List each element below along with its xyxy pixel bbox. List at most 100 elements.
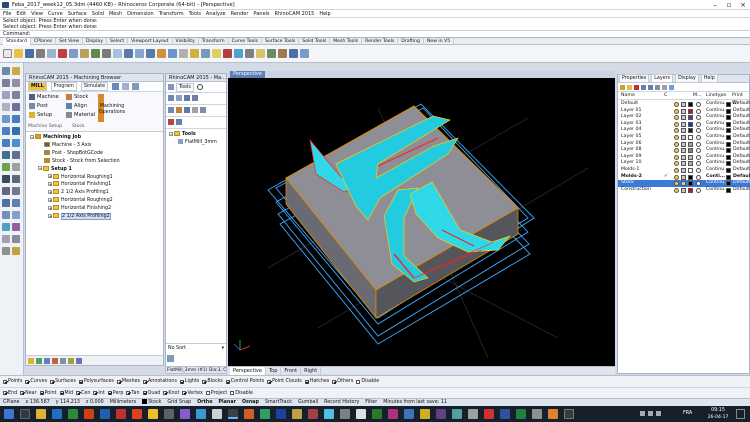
menu-dimension[interactable]: Dimension [127, 10, 154, 18]
tree-operation-selected[interactable]: +2 1/2 Axis Profiling2 [30, 213, 163, 221]
print-color-swatch[interactable] [726, 102, 731, 107]
print-icon[interactable] [36, 49, 45, 58]
lock-icon[interactable] [681, 148, 686, 154]
split-icon[interactable] [12, 175, 20, 183]
app-icon[interactable] [404, 409, 414, 419]
menu-tools[interactable]: Tools [189, 10, 201, 18]
generate-icon[interactable] [28, 357, 34, 364]
move-up-icon[interactable] [641, 84, 646, 90]
checkbox-box[interactable] [39, 391, 44, 395]
tab-display[interactable]: Display [83, 37, 107, 45]
mill-selector[interactable]: MILL [28, 82, 47, 91]
checkbox-cen[interactable]: Cen [76, 391, 90, 396]
menu-panels[interactable]: Panels [253, 10, 269, 18]
menu-help[interactable]: Help [319, 10, 330, 18]
file-explorer-icon[interactable] [36, 409, 46, 419]
checkbox-box[interactable] [76, 391, 81, 395]
menu-curve[interactable]: Curve [48, 10, 63, 18]
paste-icon[interactable] [80, 49, 89, 58]
material-sphere-icon[interactable] [696, 154, 701, 160]
app-icon[interactable] [468, 409, 478, 419]
chrome-icon[interactable] [148, 409, 158, 419]
tab-surface-tools[interactable]: Surface Tools [262, 37, 300, 45]
copy-object-icon[interactable] [12, 199, 20, 207]
layer-color-swatch[interactable] [688, 148, 693, 154]
checkbox-point[interactable]: Point [39, 391, 57, 396]
visibility-bulb-icon[interactable] [674, 148, 679, 154]
checkbox-lights[interactable]: Lights [179, 379, 199, 384]
array-icon[interactable] [12, 223, 20, 231]
visibility-bulb-icon[interactable] [674, 128, 679, 134]
tab-mesh-tools[interactable]: Mesh Tools [330, 37, 363, 45]
tool-delete-icon[interactable] [168, 119, 174, 125]
app-icon[interactable] [340, 409, 350, 419]
options-icon[interactable] [289, 49, 298, 58]
lock-icon[interactable] [681, 128, 686, 134]
material-sphere-icon[interactable] [696, 161, 701, 167]
layer-print-width[interactable]: Default [733, 187, 750, 194]
material-sphere-icon[interactable] [696, 168, 701, 173]
layer-tools-icon[interactable] [662, 84, 667, 90]
print-color-swatch[interactable] [726, 148, 731, 154]
checkbox-int[interactable]: Int [93, 391, 105, 396]
checkbox-mid[interactable]: Mid [59, 391, 73, 396]
tab-solid-tools[interactable]: Solid Tools [299, 37, 331, 45]
layer-print-width[interactable]: Default [733, 147, 750, 154]
excel-icon[interactable] [68, 409, 78, 419]
drill-icon[interactable] [168, 107, 174, 113]
print-color-swatch[interactable] [726, 187, 731, 193]
layer-color-swatch[interactable] [688, 121, 693, 127]
print-color-swatch[interactable] [726, 181, 731, 187]
checkbox-box[interactable] [225, 379, 230, 384]
app-icon[interactable] [500, 409, 510, 419]
lock-icon[interactable] [681, 102, 686, 107]
checkbox-box[interactable] [116, 379, 121, 384]
checkbox-box[interactable] [179, 379, 184, 384]
checkbox-box[interactable] [202, 379, 207, 384]
app-icon[interactable] [356, 409, 366, 419]
visibility-bulb-icon[interactable] [674, 181, 679, 187]
edge-icon[interactable] [52, 409, 62, 419]
app-icon[interactable] [388, 409, 398, 419]
checkbox-project[interactable]: Project [205, 391, 227, 396]
render-icon[interactable] [245, 49, 254, 58]
select-arrow-icon[interactable] [2, 67, 10, 75]
new-file-icon[interactable] [3, 49, 12, 58]
checkbox-box[interactable] [59, 391, 64, 395]
layer-row[interactable]: Layer 10 Continu... Default [618, 160, 750, 167]
viewport-tab-right[interactable]: Right [301, 366, 322, 375]
app-icon[interactable] [276, 409, 286, 419]
app-icon[interactable] [532, 409, 542, 419]
lock-icon[interactable] [681, 115, 686, 121]
lock-icon[interactable] [681, 168, 686, 173]
maximize-button[interactable]: ▫ [722, 0, 736, 10]
solid-box-icon[interactable] [2, 127, 10, 135]
checkbox-disable[interactable]: Disable [230, 391, 253, 396]
app-icon[interactable] [196, 409, 206, 419]
rotate-view-icon[interactable] [113, 49, 122, 58]
boolean-icon[interactable] [12, 139, 20, 147]
lock-icon[interactable] [681, 135, 686, 140]
layer-print-width[interactable]: Default [733, 114, 750, 121]
visibility-bulb-icon[interactable] [674, 108, 679, 114]
tab-visibility[interactable]: Visibility [173, 37, 199, 45]
new-sublayer-icon[interactable] [627, 84, 632, 90]
checkbox-box[interactable] [3, 379, 7, 384]
app-icon[interactable] [564, 409, 574, 419]
sort-dropdown[interactable]: No Sort ▾ [166, 343, 226, 352]
tree-post[interactable]: Post - ShopBotGCode [30, 149, 163, 158]
checkbox-surfaces[interactable]: Surfaces [50, 379, 76, 384]
join-icon[interactable] [2, 187, 10, 195]
checkbox-tan[interactable]: Tan [126, 391, 140, 396]
save-icon[interactable] [25, 49, 34, 58]
app-icon[interactable] [212, 409, 222, 419]
cplane-icon[interactable] [179, 49, 188, 58]
cut-icon[interactable] [58, 49, 67, 58]
visibility-bulb-icon[interactable] [674, 121, 679, 127]
viewport-tab-front[interactable]: Front [281, 366, 302, 375]
menu-rhinocam[interactable]: RhinoCAM 2015 [275, 10, 315, 18]
surface-icon[interactable] [2, 115, 10, 123]
perspective-viewport[interactable] [228, 78, 615, 366]
col-name[interactable]: Name [621, 92, 635, 100]
mirror-icon[interactable] [2, 223, 10, 231]
